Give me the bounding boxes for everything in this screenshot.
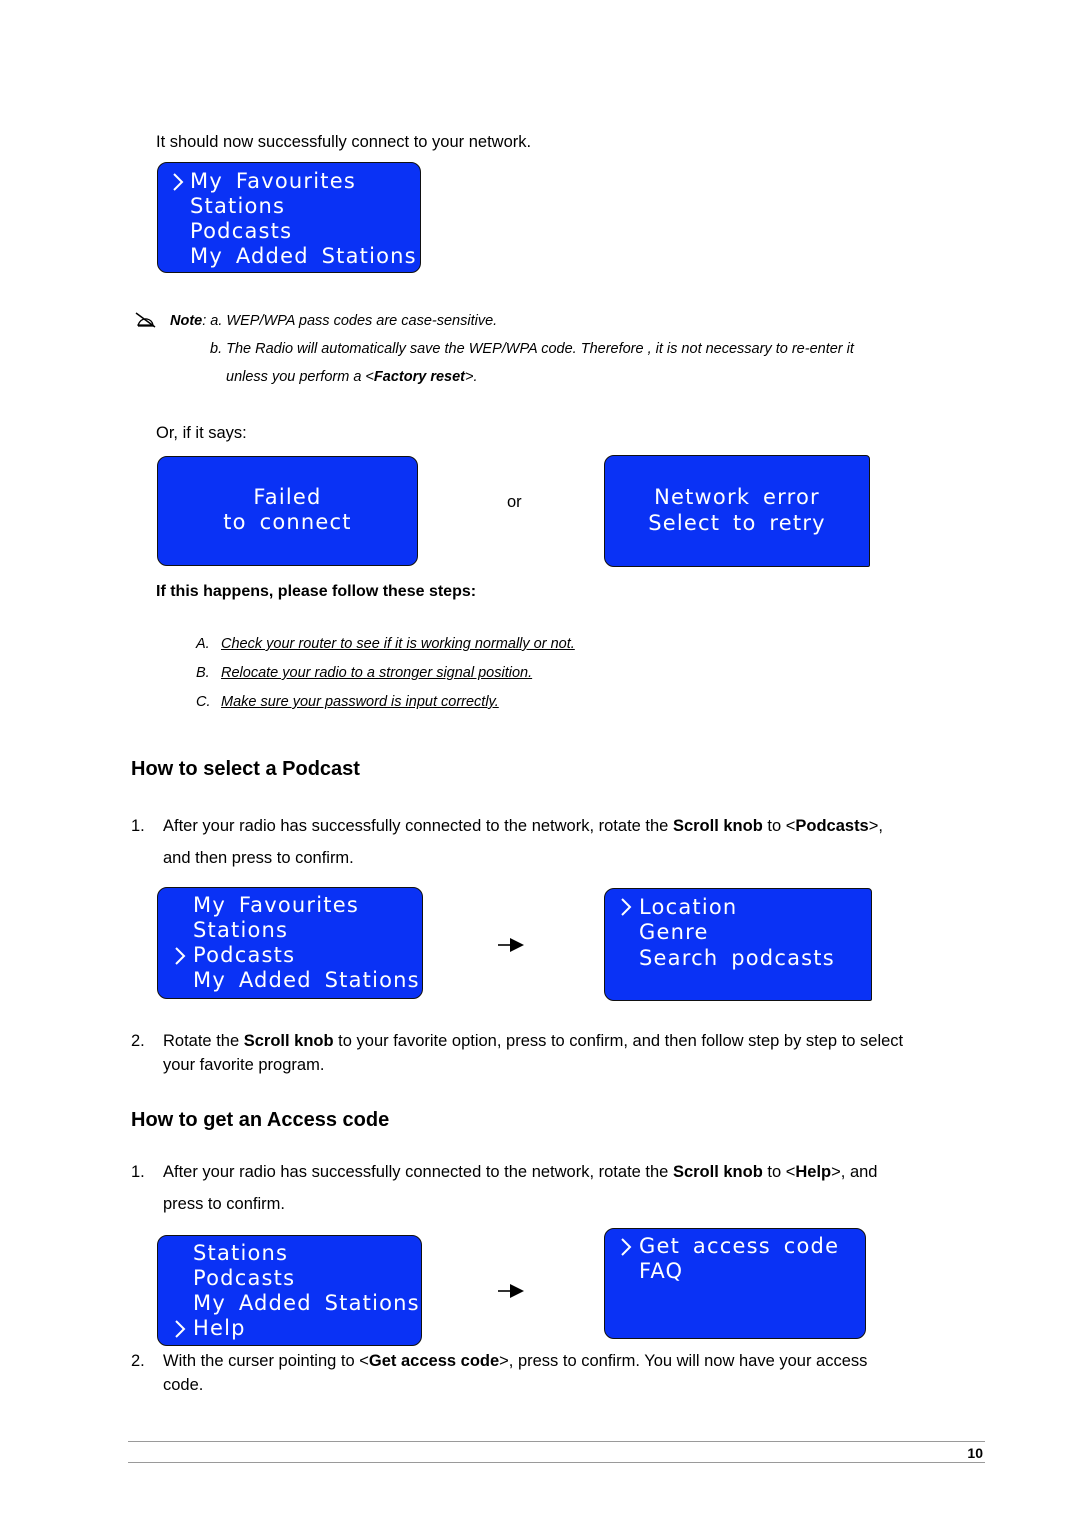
menu-item: Stations	[190, 194, 286, 218]
menu-item: My Added Stations	[193, 1291, 420, 1315]
display-line: Network error	[654, 485, 820, 509]
menu-item: Stations	[193, 918, 289, 942]
podcast-step1-text: After your radio has successfully connec…	[163, 817, 883, 835]
lcd-podcast-submenu: Location Genre Search podcasts	[604, 888, 872, 1001]
footer-rule-top	[128, 1441, 985, 1442]
step-item-b: B. Relocate your radio to a stronger sign…	[196, 665, 533, 681]
menu-item: FAQ	[639, 1259, 684, 1283]
or-text: or	[507, 493, 522, 511]
page-number: 10	[967, 1445, 983, 1461]
menu-item: Search podcasts	[639, 946, 835, 970]
menu-item: Genre	[639, 920, 709, 944]
or-if-it-says: Or, if it says:	[156, 424, 247, 442]
access-step1-num: 1.	[131, 1163, 145, 1181]
lcd-network-error: Network error Select to retry	[604, 455, 870, 567]
podcast-step2-text: Rotate the Scroll knob to your favorite …	[163, 1032, 904, 1050]
step-item-a: A. Check your router to see if it is work…	[196, 636, 575, 652]
note-line-a: Note: a. WEP/WPA pass codes are case-sen…	[170, 313, 498, 329]
display-line: to connect	[223, 510, 352, 534]
access-step2-num: 2.	[131, 1352, 145, 1370]
note-line-c: unless you perform a <Factory reset>.	[226, 369, 478, 385]
writing-hand-icon	[134, 310, 158, 330]
cursor-chevron-icon	[171, 172, 185, 192]
footer-rule-bottom	[128, 1462, 985, 1463]
lcd-main-menu: My Favourites Stations Podcasts My Added…	[157, 162, 421, 273]
podcast-step2-line2: your favorite program.	[163, 1056, 325, 1074]
lcd-podcast-main-menu: My Favourites Stations Podcasts My Added…	[157, 887, 423, 999]
arrow-right-icon	[498, 1283, 526, 1299]
access-step2-text: With the curser pointing to <Get access …	[163, 1352, 868, 1370]
access-step2-line2: code.	[163, 1376, 204, 1394]
menu-item: Help	[193, 1316, 246, 1340]
menu-item: Podcasts	[193, 943, 296, 967]
cursor-chevron-icon	[173, 1319, 187, 1339]
note-line-b: b. The Radio will automatically save the…	[210, 341, 854, 357]
step-item-c: C. Make sure your password is input corre…	[196, 694, 499, 710]
menu-item: My Favourites	[193, 893, 359, 917]
podcast-step1-line2: and then press to confirm.	[163, 849, 354, 867]
lcd-help-submenu: Get access code FAQ	[604, 1228, 866, 1339]
lcd-failed-to-connect: Failed to connect	[157, 456, 418, 566]
podcast-step1-num: 1.	[131, 817, 145, 835]
intro-text: It should now successfully connect to yo…	[156, 133, 532, 151]
access-step1-text: After your radio has successfully connec…	[163, 1163, 878, 1181]
access-step1-line2: press to confirm.	[163, 1195, 285, 1213]
menu-item: Location	[639, 895, 738, 919]
menu-item: My Added Stations	[193, 968, 420, 992]
section-heading-podcast: How to select a Podcast	[131, 758, 360, 780]
arrow-right-icon	[498, 937, 526, 953]
display-line: Failed	[253, 485, 322, 509]
menu-item: My Favourites	[190, 169, 356, 193]
display-line: Select to retry	[648, 511, 826, 535]
cursor-chevron-icon	[619, 897, 633, 917]
cursor-chevron-icon	[619, 1237, 633, 1257]
note-label: Note	[170, 313, 203, 329]
lcd-help-menu: Stations Podcasts My Added Stations Help	[157, 1235, 422, 1346]
steps-heading: If this happens, please follow these ste…	[156, 583, 477, 600]
section-heading-access-code: How to get an Access code	[131, 1109, 390, 1131]
menu-item: Stations	[193, 1241, 289, 1265]
podcast-step2-num: 2.	[131, 1032, 145, 1050]
menu-item: Podcasts	[190, 219, 293, 243]
menu-item: Get access code	[639, 1234, 840, 1258]
menu-item: My Added Stations	[190, 244, 417, 268]
cursor-chevron-icon	[173, 946, 187, 966]
menu-item: Podcasts	[193, 1266, 296, 1290]
